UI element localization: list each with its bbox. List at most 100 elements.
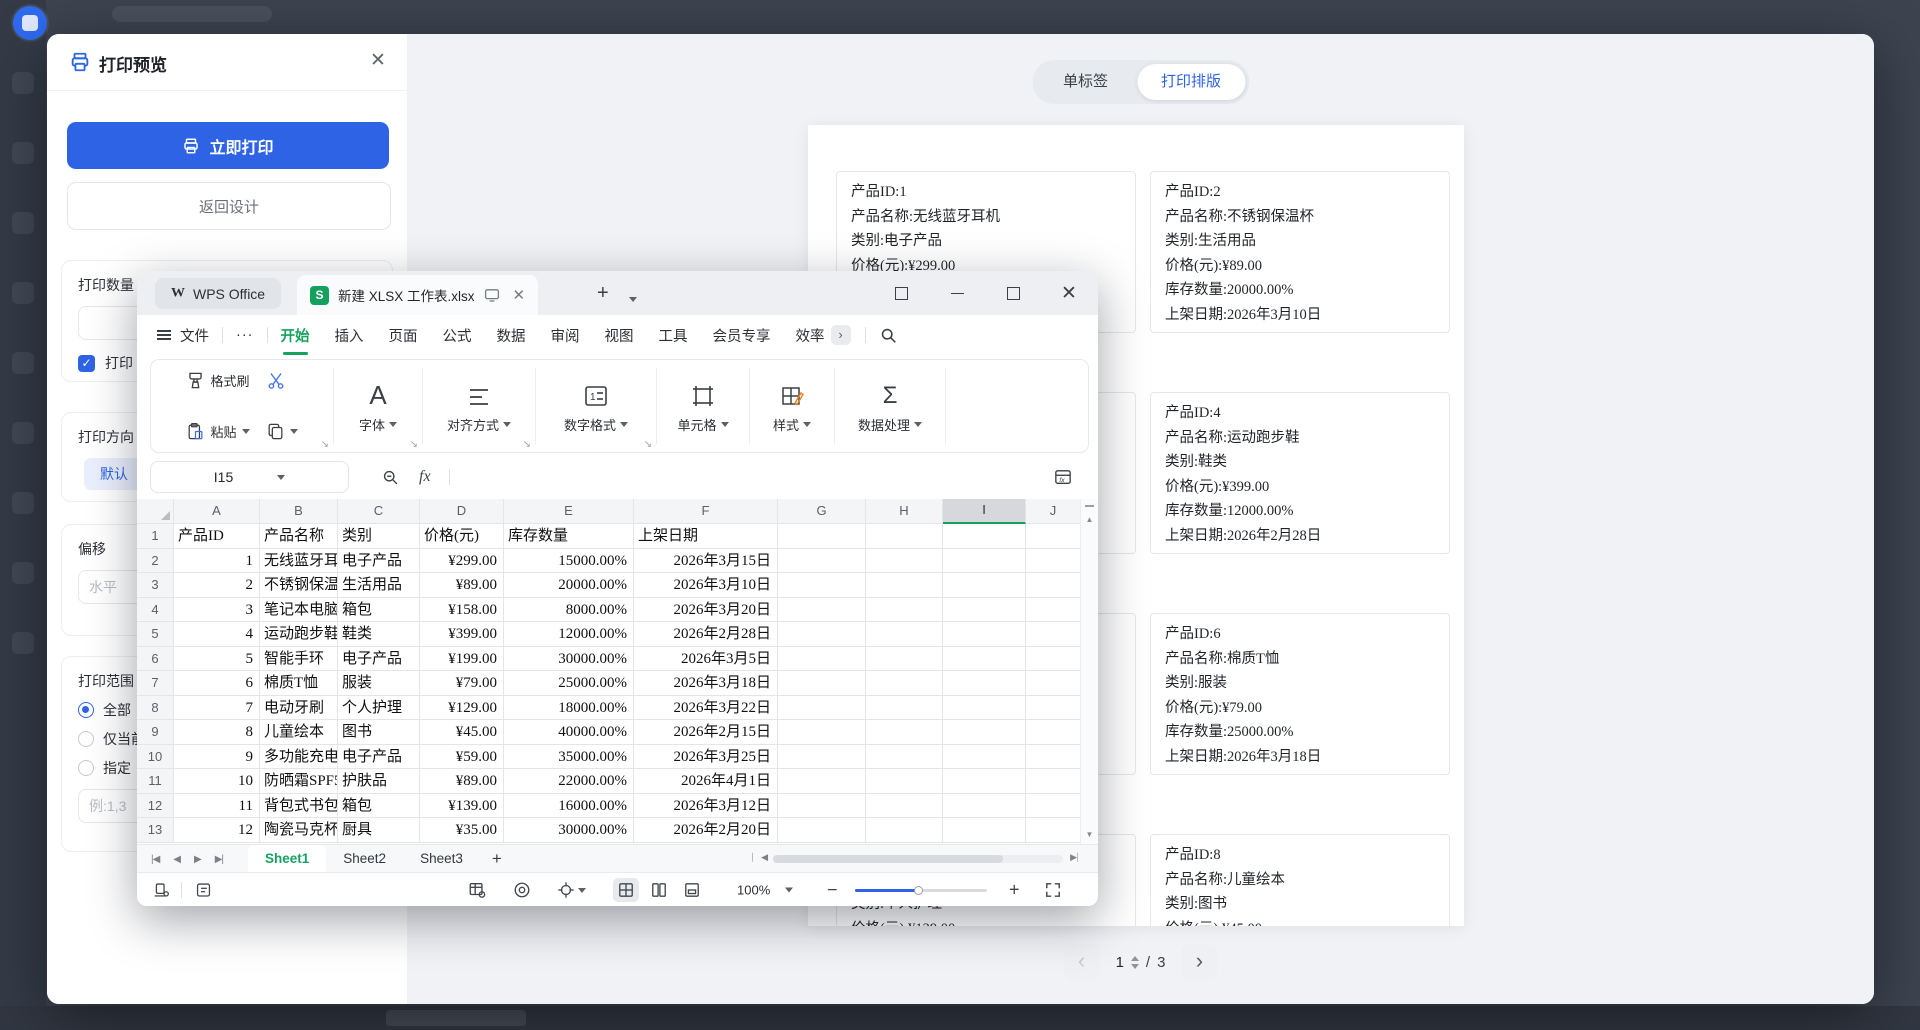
- cell-I2[interactable]: [943, 549, 1026, 574]
- cell-A8[interactable]: 7: [174, 696, 260, 721]
- document-tab[interactable]: S 新建 XLSX 工作表.xlsx ✕: [297, 275, 538, 315]
- row-header-2[interactable]: 2: [137, 549, 174, 574]
- cell-C13[interactable]: 厨具: [338, 818, 420, 843]
- cell-E4[interactable]: 8000.00%: [504, 598, 634, 623]
- cell-G8[interactable]: [778, 696, 866, 721]
- cell-H13[interactable]: [866, 818, 943, 843]
- cell-E11[interactable]: 22000.00%: [504, 769, 634, 794]
- print-now-button[interactable]: 立即打印: [67, 122, 389, 169]
- cell-J9[interactable]: [1026, 720, 1081, 745]
- cell-C12[interactable]: 箱包: [338, 794, 420, 819]
- row-header-13[interactable]: 13: [137, 818, 174, 843]
- cell-D4[interactable]: ¥158.00: [420, 598, 504, 623]
- page-break-view-icon[interactable]: [679, 878, 705, 902]
- cell-H8[interactable]: [866, 696, 943, 721]
- menu-数据[interactable]: 数据: [497, 325, 526, 346]
- paste-button[interactable]: 粘贴: [186, 422, 249, 441]
- name-box[interactable]: I15: [150, 461, 349, 493]
- menu-开始[interactable]: 开始: [281, 325, 310, 346]
- cell-F9[interactable]: 2026年2月15日: [634, 720, 778, 745]
- cell-F7[interactable]: 2026年3月18日: [634, 671, 778, 696]
- fx-icon[interactable]: fx: [419, 468, 431, 486]
- cell-G12[interactable]: [778, 794, 866, 819]
- cell-B8[interactable]: 电动牙刷: [260, 696, 338, 721]
- cell-D2[interactable]: ¥299.00: [420, 549, 504, 574]
- column-header-E[interactable]: E: [504, 499, 634, 524]
- data-process-button[interactable]: 数据处理: [858, 415, 922, 434]
- cell-G2[interactable]: [778, 549, 866, 574]
- maximize-icon[interactable]: [1000, 280, 1026, 306]
- cell-I13[interactable]: [943, 818, 1026, 843]
- cell-B2[interactable]: 无线蓝牙耳机: [260, 549, 338, 574]
- cell-G9[interactable]: [778, 720, 866, 745]
- split-handle[interactable]: [1085, 505, 1094, 507]
- radio-icon[interactable]: [78, 760, 94, 776]
- cell-J12[interactable]: [1026, 794, 1081, 819]
- menu-工具[interactable]: 工具: [659, 325, 688, 346]
- sheet-tab-Sheet1[interactable]: Sheet1: [248, 845, 326, 873]
- cell-C10[interactable]: 电子产品: [338, 745, 420, 770]
- radio-icon[interactable]: [78, 731, 94, 747]
- cell-I4[interactable]: [943, 598, 1026, 623]
- next-page-button[interactable]: ›: [1181, 944, 1217, 980]
- cell-A2[interactable]: 1: [174, 549, 260, 574]
- cell-D12[interactable]: ¥139.00: [420, 794, 504, 819]
- zoom-in-icon[interactable]: +: [1009, 880, 1020, 901]
- cell-A3[interactable]: 2: [174, 573, 260, 598]
- cell-H10[interactable]: [866, 745, 943, 770]
- new-tab-button[interactable]: +: [597, 282, 609, 305]
- row-header-6[interactable]: 6: [137, 647, 174, 672]
- number-format-button[interactable]: 数字格式: [564, 415, 628, 434]
- restore-layers-icon[interactable]: [888, 280, 914, 306]
- scroll-up-icon[interactable]: ▲: [1086, 515, 1094, 524]
- menu-file[interactable]: 文件: [180, 325, 209, 346]
- cell-F10[interactable]: 2026年3月25日: [634, 745, 778, 770]
- cell-G13[interactable]: [778, 818, 866, 843]
- column-header-A[interactable]: A: [174, 499, 260, 524]
- cell-F3[interactable]: 2026年3月10日: [634, 573, 778, 598]
- zoom-out-icon[interactable]: −: [827, 880, 838, 901]
- search-icon[interactable]: [880, 327, 897, 344]
- find-icon[interactable]: [382, 469, 399, 486]
- cell-D5[interactable]: ¥399.00: [420, 622, 504, 647]
- menu-效率[interactable]: 效率: [796, 325, 825, 346]
- vertical-scrollbar[interactable]: ▲ ▼: [1080, 499, 1098, 844]
- row-header-1[interactable]: 1: [137, 524, 174, 549]
- row-header-3[interactable]: 3: [137, 573, 174, 598]
- cell-I10[interactable]: [943, 745, 1026, 770]
- format-painter-button[interactable]: 格式刷: [186, 371, 249, 390]
- cell-J2[interactable]: [1026, 549, 1081, 574]
- column-header-J[interactable]: J: [1026, 499, 1081, 524]
- row-header-8[interactable]: 8: [137, 696, 174, 721]
- cell-E12[interactable]: 16000.00%: [504, 794, 634, 819]
- cell-A7[interactable]: 6: [174, 671, 260, 696]
- cell-D11[interactable]: ¥89.00: [420, 769, 504, 794]
- cell-D6[interactable]: ¥199.00: [420, 647, 504, 672]
- cell-E3[interactable]: 20000.00%: [504, 573, 634, 598]
- macro-record-icon[interactable]: [153, 882, 170, 899]
- expand-group-icon[interactable]: ↘: [410, 439, 418, 450]
- cell-B9[interactable]: 儿童绘本: [260, 720, 338, 745]
- cell-G3[interactable]: [778, 573, 866, 598]
- cell-A1[interactable]: 产品ID: [174, 524, 260, 549]
- cell-C4[interactable]: 箱包: [338, 598, 420, 623]
- row-header-11[interactable]: 11: [137, 769, 174, 794]
- cell-D13[interactable]: ¥35.00: [420, 818, 504, 843]
- spinner-up-icon[interactable]: [1131, 956, 1139, 961]
- current-page[interactable]: 1: [1116, 954, 1124, 971]
- cell-J6[interactable]: [1026, 647, 1081, 672]
- cell-I12[interactable]: [943, 794, 1026, 819]
- name-box-caret-icon[interactable]: [277, 475, 285, 480]
- cell-F1[interactable]: 上架日期: [634, 524, 778, 549]
- cell-C6[interactable]: 电子产品: [338, 647, 420, 672]
- cell-B7[interactable]: 棉质T恤: [260, 671, 338, 696]
- column-header-C[interactable]: C: [338, 499, 420, 524]
- zoom-slider[interactable]: [855, 883, 987, 897]
- cell-C1[interactable]: 类别: [338, 524, 420, 549]
- cell-I9[interactable]: [943, 720, 1026, 745]
- record-icon[interactable]: [513, 881, 531, 899]
- close-icon[interactable]: ✕: [365, 48, 391, 74]
- sheet-tab-Sheet2[interactable]: Sheet2: [326, 845, 403, 873]
- cell-E13[interactable]: 30000.00%: [504, 818, 634, 843]
- cell-G6[interactable]: [778, 647, 866, 672]
